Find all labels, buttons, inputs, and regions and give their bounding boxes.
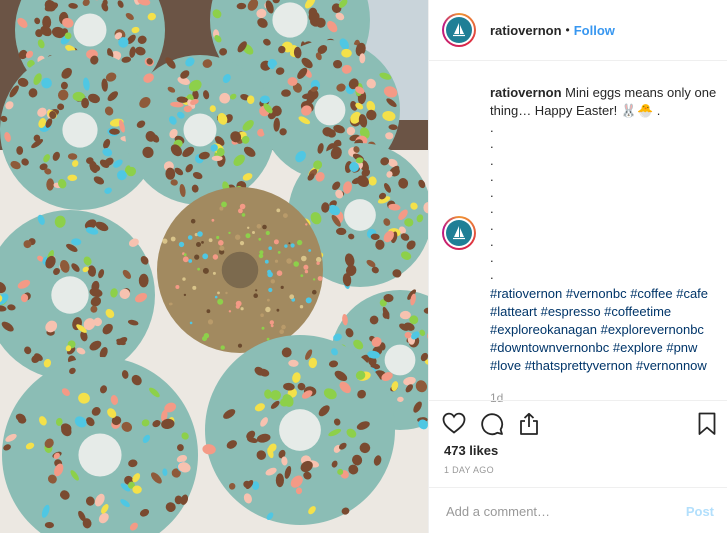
avatar[interactable] [442,13,476,47]
sailboat-logo-icon [446,17,472,43]
sailboat-logo-icon [446,220,472,246]
post-comment-button[interactable]: Post [686,504,714,519]
caption-hashtags[interactable]: #ratiovernon #vernonbc #coffee #cafe #la… [490,285,720,375]
separator-dot: • [566,23,570,37]
caption-username[interactable]: ratiovernon [490,85,562,100]
caption-avatar[interactable] [442,216,476,250]
donuts-image [0,0,428,533]
post-photo[interactable] [0,0,428,533]
caption-dots: . . . . . . . . . . [490,120,720,283]
header-username[interactable]: ratiovernon [490,23,562,38]
share-icon[interactable] [518,412,540,441]
post-timestamp: 1 DAY AGO [444,465,494,475]
heart-icon[interactable] [442,412,466,441]
likes-count[interactable]: 473 likes [444,443,498,458]
comment-input[interactable] [444,500,668,522]
comment-icon[interactable] [480,412,504,441]
bookmark-icon[interactable] [698,412,716,441]
post-actions: 473 likes 1 DAY AGO Post [429,400,727,534]
comment-bar: Post [429,487,727,534]
post-caption: ratiovernon Mini eggs means only one thi… [490,84,720,407]
post-side-panel: ratiovernon • Follow ratiovernon Mini eg… [428,0,727,533]
post-header: ratiovernon • Follow [429,0,727,61]
follow-button[interactable]: Follow [574,23,615,38]
